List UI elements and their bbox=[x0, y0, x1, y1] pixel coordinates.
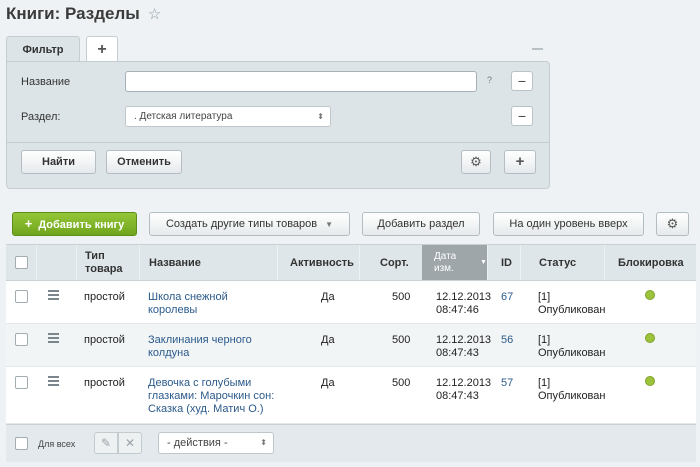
collapse-filter-icon[interactable] bbox=[532, 48, 543, 50]
page-title-text: Книги: Разделы bbox=[6, 4, 140, 23]
close-icon: ✕ bbox=[124, 436, 136, 450]
row-status: [1] Опубликован bbox=[538, 334, 606, 359]
lock-status-icon bbox=[645, 290, 655, 300]
row-name-link[interactable]: Заклинания черного колдуна bbox=[148, 334, 263, 360]
col-sort[interactable]: Сорт. bbox=[359, 245, 422, 280]
row-id-link[interactable]: 56 bbox=[501, 334, 513, 347]
updown-arrows-icon: ⬍ bbox=[317, 112, 324, 121]
table-row[interactable]: простой Школа снежной королевы Да 500 12… bbox=[6, 281, 696, 324]
updown-arrows-icon: ⬍ bbox=[260, 438, 267, 447]
edit-button[interactable]: ✎ bbox=[94, 432, 118, 454]
row-menu-icon[interactable] bbox=[48, 290, 59, 302]
section-label: Раздел: bbox=[21, 111, 61, 123]
cancel-button[interactable]: Отменить bbox=[106, 150, 182, 174]
row-status: [1] Опубликован bbox=[538, 291, 606, 316]
col-lock[interactable]: Блокировка bbox=[604, 245, 696, 280]
row-checkbox[interactable] bbox=[15, 333, 28, 346]
table-row[interactable]: простой Девочка с голубыми глазками: Мар… bbox=[6, 367, 696, 424]
gear-icon: ⚙ bbox=[470, 154, 482, 169]
add-section-button[interactable]: Добавить раздел bbox=[362, 212, 480, 236]
create-other-types-button[interactable]: Создать другие типы товаров ▼ bbox=[149, 212, 350, 236]
row-name-link[interactable]: Девочка с голубыми глазками: Марочкин со… bbox=[148, 377, 276, 416]
for-all-checkbox[interactable] bbox=[15, 437, 28, 450]
help-icon[interactable]: ? bbox=[487, 75, 492, 85]
row-active: Да bbox=[321, 291, 335, 303]
filter-tabs: Фильтр + bbox=[6, 36, 118, 62]
row-id-link[interactable]: 67 bbox=[501, 291, 513, 304]
page-title: Книги: Разделы ☆ bbox=[6, 4, 161, 24]
add-filter-tab-button[interactable]: + bbox=[86, 36, 118, 62]
row-sort: 500 bbox=[392, 334, 411, 346]
row-active: Да bbox=[321, 377, 335, 389]
row-checkbox[interactable] bbox=[15, 290, 28, 303]
create-other-types-label: Создать другие типы товаров bbox=[165, 218, 318, 230]
gear-icon: ⚙ bbox=[666, 216, 679, 231]
pencil-icon: ✎ bbox=[100, 436, 112, 450]
row-type: простой bbox=[84, 377, 125, 389]
filter-panel: Название ? − Раздел: . Детская литератур… bbox=[6, 61, 550, 189]
row-type: простой bbox=[84, 334, 125, 346]
row-menu-icon[interactable] bbox=[48, 333, 59, 345]
name-input[interactable] bbox=[125, 71, 477, 92]
col-active[interactable]: Активность bbox=[277, 245, 359, 280]
grid-settings-button[interactable]: ⚙ bbox=[656, 212, 689, 236]
lock-status-icon bbox=[645, 376, 655, 386]
add-book-button[interactable]: + Добавить книгу bbox=[12, 212, 137, 236]
section-select-value: . Детская литература bbox=[134, 111, 233, 122]
actions-select[interactable]: - действия - ⬍ bbox=[158, 432, 274, 454]
remove-name-field-button[interactable]: − bbox=[511, 71, 533, 91]
delete-button[interactable]: ✕ bbox=[118, 432, 142, 454]
col-type-label: Тип товара bbox=[85, 249, 123, 275]
grid-footer: Для всех ✎ ✕ - действия - ⬍ bbox=[6, 424, 696, 462]
row-type: простой bbox=[84, 291, 125, 303]
header-checkbox-cell bbox=[6, 245, 36, 280]
name-label: Название bbox=[21, 76, 71, 88]
row-sort: 500 bbox=[392, 377, 411, 389]
star-icon[interactable]: ☆ bbox=[148, 5, 161, 23]
sort-desc-icon: ▼ bbox=[480, 259, 487, 266]
remove-section-field-button[interactable]: − bbox=[511, 106, 533, 126]
row-status: [1] Опубликован bbox=[538, 377, 606, 402]
row-time: 08:47:43 bbox=[436, 347, 479, 359]
col-date[interactable]: Дата изм. ▼ bbox=[422, 245, 487, 280]
row-date: 12.12.2013 bbox=[436, 377, 492, 389]
row-checkbox[interactable] bbox=[15, 376, 28, 389]
filter-settings-button[interactable]: ⚙ bbox=[461, 150, 491, 174]
add-book-label: Добавить книгу bbox=[38, 219, 125, 231]
row-active: Да bbox=[321, 334, 335, 346]
select-all-checkbox[interactable] bbox=[15, 256, 28, 269]
grid-header: Тип товара Название Активность Сорт. Дат… bbox=[6, 244, 696, 281]
actions-select-value: - действия - bbox=[167, 437, 228, 449]
plus-icon: + bbox=[24, 216, 33, 231]
header-menu-cell bbox=[36, 245, 76, 280]
row-date: 12.12.2013 bbox=[436, 291, 492, 303]
filter-divider bbox=[7, 142, 549, 143]
row-time: 08:47:46 bbox=[436, 304, 479, 316]
row-date: 12.12.2013 bbox=[436, 334, 492, 346]
col-status[interactable]: Статус bbox=[520, 245, 604, 280]
row-time: 08:47:43 bbox=[436, 390, 479, 402]
section-select[interactable]: . Детская литература ⬍ bbox=[125, 106, 331, 127]
level-up-button[interactable]: На один уровень вверх bbox=[493, 212, 644, 236]
row-id-link[interactable]: 57 bbox=[501, 377, 513, 390]
for-all-label: Для всех bbox=[38, 439, 76, 449]
chevron-down-icon: ▼ bbox=[325, 220, 334, 229]
col-date-label: Дата изм. bbox=[434, 250, 457, 274]
tab-filter[interactable]: Фильтр bbox=[6, 36, 80, 62]
col-id[interactable]: ID bbox=[487, 245, 520, 280]
table-row[interactable]: простой Заклинания черного колдуна Да 50… bbox=[6, 324, 696, 367]
col-type[interactable]: Тип товара bbox=[76, 245, 139, 280]
lock-status-icon bbox=[645, 333, 655, 343]
col-name[interactable]: Название bbox=[139, 245, 277, 280]
plus-icon: + bbox=[515, 153, 525, 170]
add-filter-field-button[interactable]: + bbox=[504, 150, 536, 174]
find-button[interactable]: Найти bbox=[21, 150, 96, 174]
row-name-link[interactable]: Школа снежной королевы bbox=[148, 291, 278, 317]
row-sort: 500 bbox=[392, 291, 411, 303]
row-menu-icon[interactable] bbox=[48, 376, 59, 388]
